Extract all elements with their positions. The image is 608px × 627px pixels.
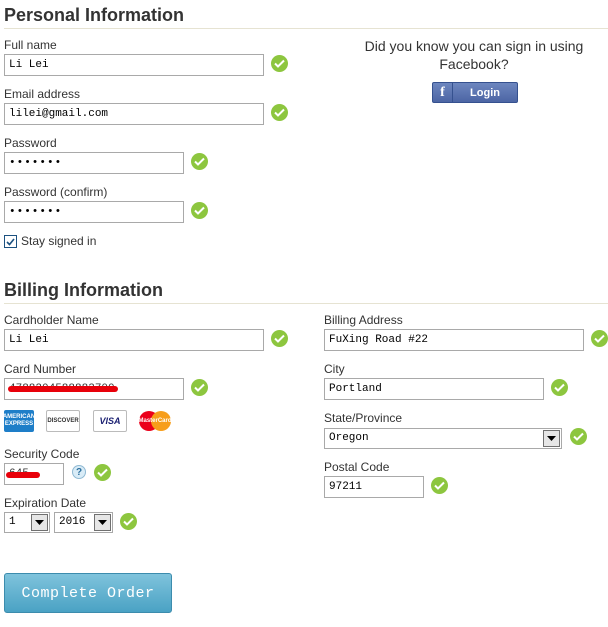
state-select[interactable]: Oregon	[324, 428, 562, 449]
cardholder-input[interactable]	[4, 329, 264, 351]
facebook-icon: f	[433, 83, 453, 102]
full-name-input[interactable]	[4, 54, 264, 76]
discover-card-icon: DISCOVER	[46, 410, 80, 432]
facebook-prompt: Did you know you can sign in using Faceb…	[364, 38, 584, 72]
expiration-month-select[interactable]: 1	[4, 512, 50, 533]
password-confirm-label: Password (confirm)	[4, 185, 108, 199]
state-value: Oregon	[329, 432, 369, 444]
chevron-down-icon	[94, 514, 111, 531]
billing-info-heading: Billing Information	[4, 279, 608, 304]
check-icon	[271, 55, 288, 72]
cardholder-label: Cardholder Name	[4, 313, 99, 327]
visa-card-icon: VISA	[93, 410, 127, 432]
card-number-label: Card Number	[4, 362, 77, 376]
check-icon	[431, 477, 448, 494]
city-label: City	[324, 362, 345, 376]
chevron-down-icon	[543, 430, 560, 447]
postal-code-input[interactable]	[324, 476, 424, 498]
check-icon	[191, 202, 208, 219]
check-icon	[191, 153, 208, 170]
personal-info-heading: Personal Information	[4, 4, 608, 29]
stay-signed-in-checkbox[interactable]	[4, 235, 17, 248]
city-input[interactable]	[324, 378, 544, 400]
check-icon	[591, 330, 608, 347]
expiration-label: Expiration Date	[4, 496, 87, 510]
complete-order-button[interactable]: Complete Order	[4, 573, 172, 613]
email-label: Email address	[4, 87, 81, 101]
postal-code-label: Postal Code	[324, 460, 390, 474]
check-icon	[94, 464, 111, 481]
expiration-year-value: 2016	[59, 516, 86, 528]
check-icon	[271, 330, 288, 347]
facebook-login-button[interactable]: f Login	[432, 82, 518, 103]
full-name-label: Full name	[4, 38, 57, 52]
check-icon	[271, 104, 288, 121]
expiration-year-select[interactable]: 2016	[54, 512, 113, 533]
check-icon	[570, 428, 587, 445]
email-input[interactable]	[4, 103, 264, 125]
check-icon	[120, 513, 137, 530]
expiration-month-value: 1	[9, 516, 16, 528]
check-icon	[551, 379, 568, 396]
billing-address-input[interactable]	[324, 329, 584, 351]
billing-address-label: Billing Address	[324, 313, 403, 327]
stay-signed-in-label: Stay signed in	[21, 234, 97, 248]
security-code-redaction	[6, 472, 40, 478]
check-icon	[191, 379, 208, 396]
chevron-down-icon	[31, 514, 48, 531]
password-label: Password	[4, 136, 57, 150]
mastercard-card-icon: MasterCard	[137, 410, 173, 432]
security-code-label: Security Code	[4, 447, 80, 461]
password-input[interactable]	[4, 152, 184, 174]
facebook-login-label: Login	[470, 86, 500, 99]
help-icon[interactable]: ?	[72, 465, 86, 479]
card-number-redaction	[8, 386, 118, 392]
password-confirm-input[interactable]	[4, 201, 184, 223]
state-label: State/Province	[324, 411, 403, 425]
amex-card-icon: AMERICAN EXPRESS	[4, 410, 34, 432]
